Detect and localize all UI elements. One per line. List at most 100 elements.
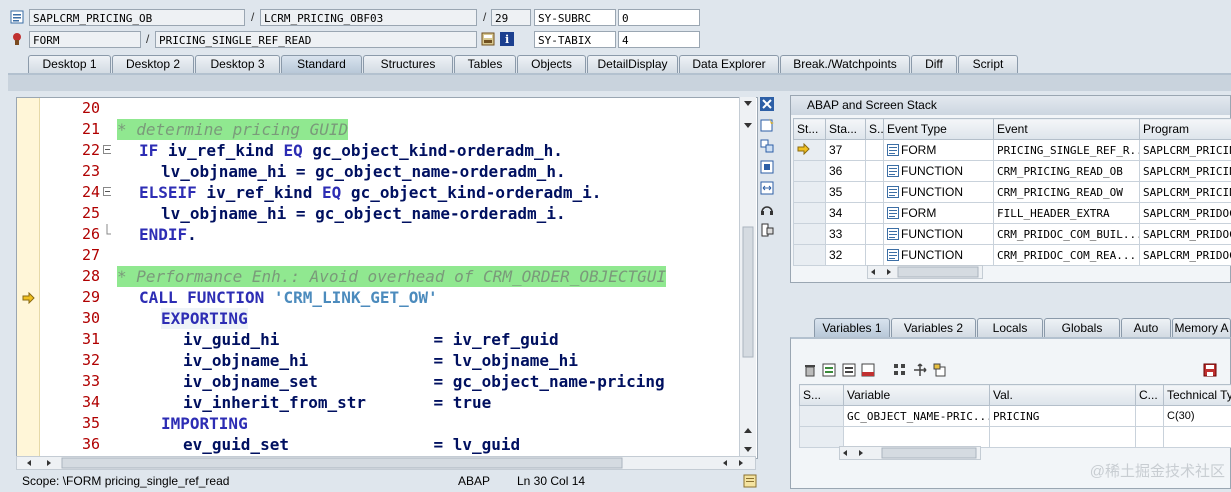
stack-event-cell[interactable]: CRM_PRIDOC_COM_BUIL...	[994, 224, 1140, 245]
code-line[interactable]: ev_guid_set = lv_guid	[183, 434, 520, 455]
settings-icon[interactable]	[760, 223, 774, 237]
code-line[interactable]: EXPORTING	[161, 308, 248, 329]
stack-row[interactable]: 36FUNCTIONCRM_PRICING_READ_OBSAPLCRM_PRI…	[794, 161, 1231, 182]
stack-column-header[interactable]: Event	[994, 119, 1140, 140]
swap-tool-icon[interactable]	[760, 139, 774, 153]
fold-marker[interactable]	[103, 224, 111, 245]
stack-event-cell[interactable]: FILL_HEADER_EXTRA	[994, 203, 1140, 224]
stack-program-cell[interactable]: SAPLCRM_PRIDOC	[1140, 224, 1231, 245]
tab-diff[interactable]: Diff	[911, 55, 957, 73]
display-code-icon[interactable]	[481, 32, 495, 46]
stack-event-cell[interactable]: CRM_PRIDOC_COM_REA...	[994, 245, 1140, 266]
new-tool-icon[interactable]	[760, 118, 774, 132]
stack-marker-cell[interactable]	[794, 245, 826, 266]
stack-row[interactable]: 35FUNCTIONCRM_PRICING_READ_OWSAPLCRM_PRI…	[794, 182, 1231, 203]
close-icon[interactable]	[760, 97, 774, 111]
variables-column-header[interactable]: C...	[1136, 385, 1164, 406]
stack-column-header[interactable]: S...	[866, 119, 884, 140]
stack-column-header[interactable]: Program	[1140, 119, 1231, 140]
code-line[interactable]: IF iv_ref_kind EQ gc_object_kind-orderad…	[139, 140, 563, 161]
tab-locals[interactable]: Locals	[977, 318, 1043, 337]
stack-column-header[interactable]: Sta...	[826, 119, 866, 140]
variables-column-header[interactable]: Variable	[844, 385, 990, 406]
code-line[interactable]: ENDIF.	[139, 224, 197, 245]
variables-column-header[interactable]: Val.	[990, 385, 1136, 406]
stack-marker-cell[interactable]	[794, 224, 826, 245]
tab-script[interactable]: Script	[958, 55, 1018, 73]
tab-auto[interactable]: Auto	[1121, 318, 1171, 337]
stack-program-cell[interactable]: SAPLCRM_PRIDOC	[1140, 245, 1231, 266]
copy-icon[interactable]	[933, 363, 947, 377]
export-icon[interactable]	[842, 363, 856, 377]
save-variables-icon[interactable]	[861, 363, 875, 377]
tab-objects[interactable]: Objects	[517, 55, 586, 73]
stack-column-header[interactable]: St...	[794, 119, 826, 140]
variable-row-empty[interactable]	[800, 427, 1231, 448]
navigate-icon[interactable]	[913, 363, 927, 377]
include-field[interactable]: LCRM_PRICING_OBF03	[260, 9, 477, 26]
line-field[interactable]: 29	[491, 9, 531, 26]
code-line[interactable]: iv_guid_hi = iv_ref_guid	[183, 329, 559, 350]
note-icon[interactable]	[743, 474, 757, 488]
stack-program-cell[interactable]: SAPLCRM_PRICIN	[1140, 161, 1231, 182]
variables-horizontal-scrollbar[interactable]	[839, 446, 981, 460]
tab-globals[interactable]: Globals	[1044, 318, 1120, 337]
variable-empty-cell[interactable]	[1136, 427, 1164, 448]
code-line[interactable]: ELSEIF iv_ref_kind EQ gc_object_kind-ord…	[139, 182, 601, 203]
fold-marker[interactable]	[103, 182, 111, 203]
stack-source-cell[interactable]	[866, 140, 884, 161]
stack-event-cell[interactable]: PRICING_SINGLE_REF_R...	[994, 140, 1140, 161]
stack-program-cell[interactable]: SAPLCRM_PRICIN	[1140, 140, 1231, 161]
tab-desktop-2[interactable]: Desktop 2	[112, 55, 194, 73]
tab-detail-display[interactable]: DetailDisplay	[587, 55, 678, 73]
code-line[interactable]: * determine pricing GUID	[117, 119, 348, 140]
stack-source-cell[interactable]	[866, 224, 884, 245]
resize-icon[interactable]	[760, 181, 774, 195]
code-line[interactable]: * Performance Enh.: Avoid overhead of CR…	[117, 266, 666, 287]
tab-desktop-1[interactable]: Desktop 1	[28, 55, 111, 73]
stack-horizontal-scrollbar[interactable]	[867, 265, 983, 279]
stack-marker-cell[interactable]	[794, 182, 826, 203]
variable-empty-cell[interactable]	[844, 427, 990, 448]
code-line[interactable]: iv_objname_hi = lv_objname_hi	[183, 350, 578, 371]
breakpoint-gutter[interactable]	[17, 98, 40, 458]
tab-structures[interactable]: Structures	[363, 55, 453, 73]
code-line[interactable]: lv_objname_hi = gc_object_name-orderadm_…	[161, 161, 566, 182]
sysvar2-name-field[interactable]: SY-TABIX	[534, 31, 616, 48]
variable-empty-cell[interactable]	[990, 427, 1136, 448]
variable-name-cell[interactable]: GC_OBJECT_NAME-PRIC...	[844, 406, 990, 427]
stack-event-cell[interactable]: CRM_PRICING_READ_OW	[994, 182, 1140, 203]
stack-program-cell[interactable]: SAPLCRM_PRICIN	[1140, 182, 1231, 203]
services-icon[interactable]	[760, 202, 774, 216]
table-view-icon[interactable]	[822, 363, 836, 377]
sysvar1-value-field[interactable]: 0	[618, 9, 700, 26]
stack-source-cell[interactable]	[866, 203, 884, 224]
editor-horizontal-scrollbar[interactable]	[16, 456, 756, 470]
stack-row[interactable]: 33FUNCTIONCRM_PRIDOC_COM_BUIL...SAPLCRM_…	[794, 224, 1231, 245]
tab-memory-analysis[interactable]: Memory A	[1172, 318, 1231, 337]
stack-marker-cell[interactable]	[794, 203, 826, 224]
code-line[interactable]: lv_objname_hi = gc_object_name-orderadm_…	[161, 203, 566, 224]
code-line[interactable]: iv_objname_set = gc_object_name-pricing	[183, 371, 665, 392]
tab-standard[interactable]: Standard	[281, 55, 362, 73]
code-line[interactable]: iv_inherit_from_str = true	[183, 392, 491, 413]
event-type-field[interactable]: FORM	[29, 31, 141, 48]
save-icon[interactable]	[1203, 363, 1217, 377]
variable-empty-cell[interactable]	[1164, 427, 1231, 448]
stack-source-cell[interactable]	[866, 161, 884, 182]
stack-source-cell[interactable]	[866, 245, 884, 266]
fold-marker[interactable]	[103, 140, 111, 161]
info-icon[interactable]: i	[500, 32, 514, 46]
variable-empty-cell[interactable]	[800, 427, 844, 448]
stack-marker-cell[interactable]	[794, 140, 826, 161]
code-line[interactable]: IMPORTING	[161, 413, 248, 434]
tab-data-explorer[interactable]: Data Explorer	[679, 55, 779, 73]
variable-value-cell[interactable]: PRICING	[990, 406, 1136, 427]
maximize-icon[interactable]	[760, 160, 774, 174]
sysvar2-value-field[interactable]: 4	[618, 31, 700, 48]
program-field[interactable]: SAPLCRM_PRICING_OB	[29, 9, 245, 26]
stack-row[interactable]: 32FUNCTIONCRM_PRIDOC_COM_REA...SAPLCRM_P…	[794, 245, 1231, 266]
hierarchy-icon[interactable]	[893, 363, 907, 377]
tab-variables-2[interactable]: Variables 2	[891, 318, 976, 337]
stack-program-cell[interactable]: SAPLCRM_PRIDOC	[1140, 203, 1231, 224]
